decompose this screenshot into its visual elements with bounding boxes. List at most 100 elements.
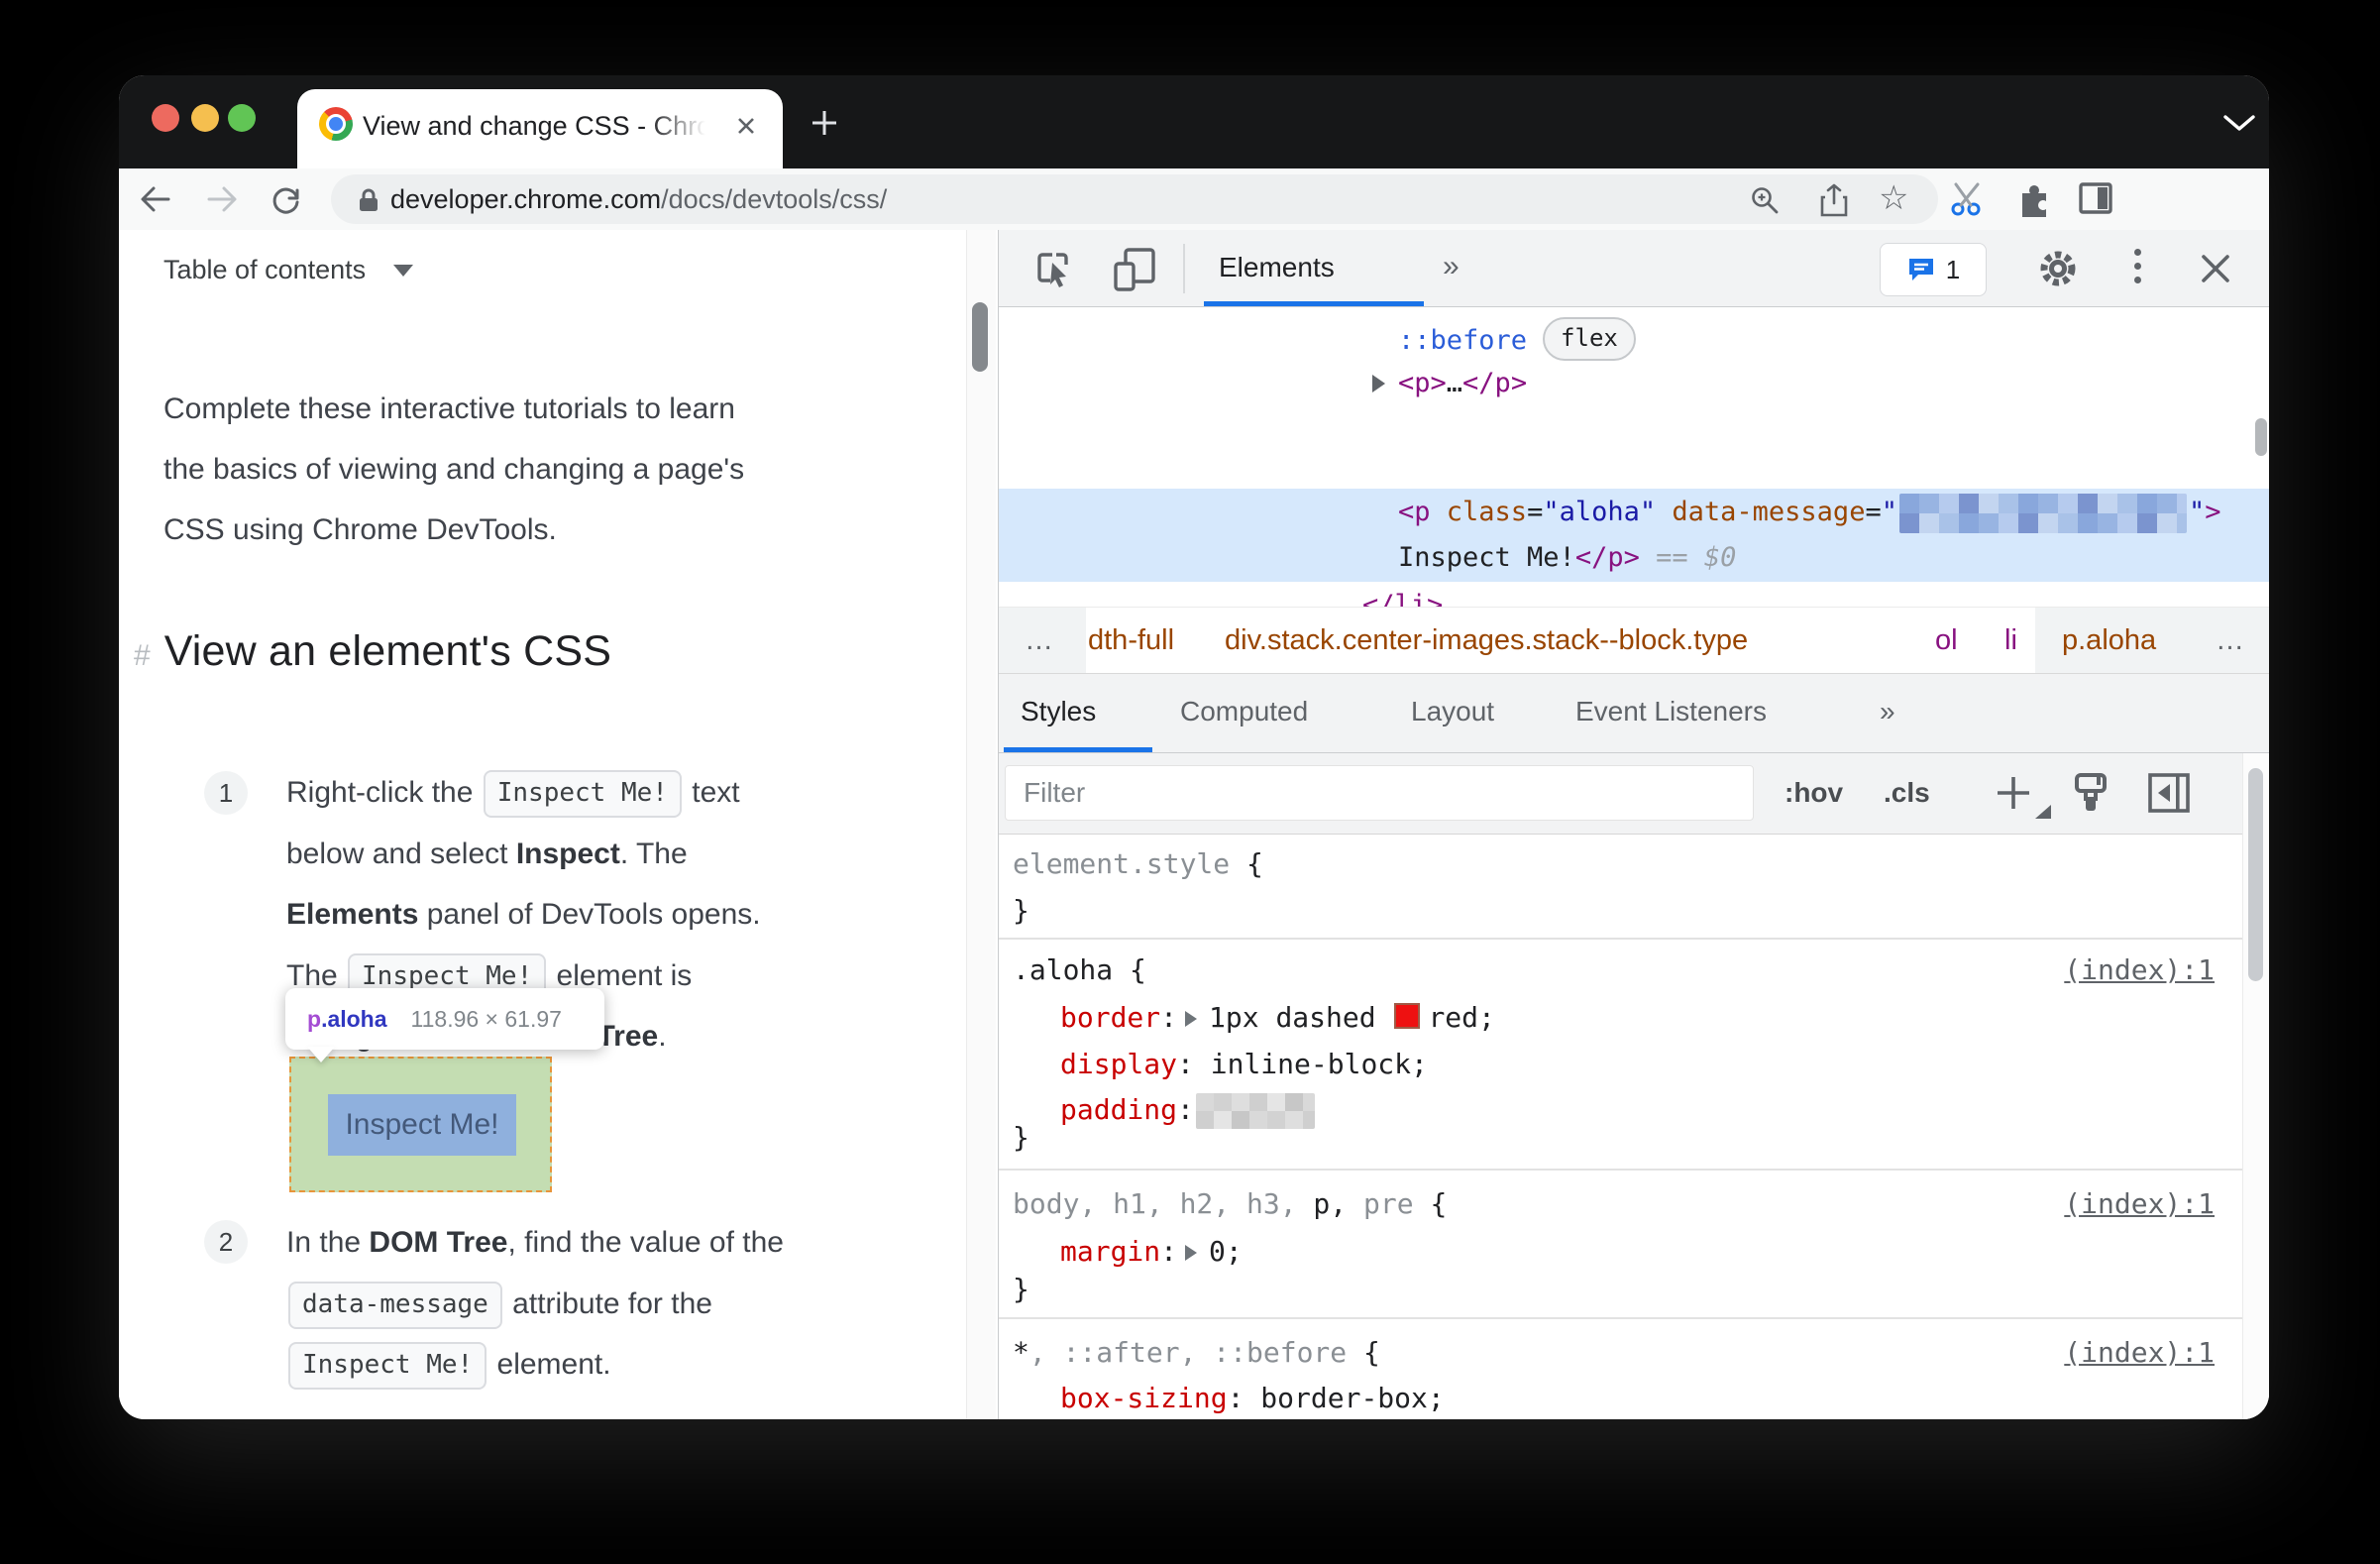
- css-property-box-sizing[interactable]: box-sizing: border-box;: [1060, 1376, 1445, 1419]
- step-2-line: data-message attribute for the: [286, 1274, 784, 1335]
- step-2-line: Inspect Me! element.: [286, 1334, 784, 1396]
- tab-layout[interactable]: Layout: [1411, 674, 1494, 749]
- dom-scrollbar-thumb[interactable]: [2255, 418, 2267, 456]
- rule-divider: [999, 1317, 2242, 1319]
- bookmark-star-icon[interactable]: ☆: [1879, 178, 1908, 218]
- tab-styles[interactable]: Styles: [1021, 674, 1096, 749]
- rule-close-brace: }: [1013, 1121, 1029, 1154]
- toolbar-separator: [1183, 244, 1185, 293]
- breadcrumb-more-right[interactable]: …: [2216, 608, 2244, 673]
- rule-element-style-selector[interactable]: element.style {: [1013, 841, 1263, 887]
- side-panel-icon[interactable]: [2077, 179, 2114, 217]
- new-tab-button[interactable]: [807, 105, 842, 141]
- breadcrumb-item[interactable]: div.stack.center-images.stack--block.typ…: [1225, 608, 1748, 673]
- tab-elements[interactable]: Elements: [1219, 230, 1335, 305]
- inspect-tooltip: p .aloha 118.96 × 61.97: [285, 988, 604, 1050]
- breadcrumb-item[interactable]: dth-full: [1088, 608, 1174, 673]
- step-2-number: 2: [204, 1220, 248, 1264]
- css-property-margin[interactable]: margin: 0;: [1060, 1229, 1243, 1275]
- dom-selected-line-1: <p class="aloha" data-message=" ">: [1398, 490, 2221, 535]
- sidebar-more-tabs-chevron[interactable]: »: [1880, 674, 1895, 749]
- back-button[interactable]: [137, 180, 174, 218]
- inspect-me-highlight-overlay[interactable]: Inspect Me!: [289, 1057, 552, 1192]
- docs-scrollbar-track[interactable]: [966, 230, 996, 1419]
- dom-row-p-collapsed[interactable]: <p>…</p>: [1398, 361, 1527, 406]
- inspect-me-content-box: Inspect Me!: [328, 1094, 516, 1156]
- styles-tab-underline: [1004, 747, 1152, 752]
- issues-badge[interactable]: 1: [1880, 243, 1987, 296]
- docs-scrollbar-thumb[interactable]: [972, 302, 988, 372]
- heading-anchor-hash[interactable]: #: [134, 639, 151, 672]
- browser-tab[interactable]: View and change CSS - Chrom: [297, 89, 783, 168]
- styles-pane: element.style { } .aloha { (index):1 bor…: [999, 835, 2242, 1419]
- stylesheet-link[interactable]: (index):1: [2064, 948, 2215, 993]
- dom-tree: ::before flex <p>…</p> <p class="aloha" d…: [999, 307, 2269, 664]
- styles-scrollbar-thumb[interactable]: [2248, 768, 2263, 981]
- tab-close-icon[interactable]: [733, 113, 759, 139]
- rule-body-selector[interactable]: body, h1, h2, h3, p, pre {: [1013, 1181, 1447, 1227]
- tab-computed[interactable]: Computed: [1180, 674, 1308, 749]
- paint-roller-icon[interactable]: [2067, 769, 2114, 817]
- share-icon[interactable]: [1819, 183, 1849, 217]
- devtools-menu-kebab-icon[interactable]: [2134, 249, 2142, 288]
- url-text: developer.chrome.com/docs/devtools/css/: [390, 174, 887, 224]
- dom-row-before-pseudo[interactable]: ::before flex: [1398, 317, 1636, 363]
- devtools-close-icon[interactable]: [2196, 249, 2235, 288]
- chrome-favicon-icon: [319, 107, 353, 141]
- breadcrumb-item[interactable]: li: [2004, 608, 2017, 673]
- issues-message-icon: [1908, 259, 1933, 280]
- intro-line: CSS using Chrome DevTools.: [163, 513, 557, 546]
- dom-selected-line-2: Inspect Me!</p> == $0: [1398, 542, 1737, 573]
- stylesheet-link[interactable]: (index):1: [2064, 1330, 2215, 1376]
- devtools-settings-gear-icon[interactable]: [2035, 246, 2081, 291]
- css-property-padding[interactable]: padding:: [1060, 1087, 1317, 1133]
- dom-selected-row[interactable]: <p class="aloha" data-message=" "> Inspec…: [999, 489, 2269, 582]
- styles-filter-input[interactable]: [1005, 765, 1754, 821]
- browser-toolbar: developer.chrome.com/docs/devtools/css/ …: [119, 168, 2269, 314]
- address-bar[interactable]: developer.chrome.com/docs/devtools/css/ …: [331, 174, 1938, 224]
- page-section-title: View an element's CSS: [163, 627, 612, 675]
- rule-close-brace: }: [1013, 894, 1029, 927]
- traffic-light-minimize[interactable]: [191, 104, 219, 132]
- new-style-rule-dropdown-icon[interactable]: [2035, 805, 2051, 819]
- reload-button[interactable]: [268, 180, 305, 218]
- url-host: developer.chrome.com: [390, 184, 662, 214]
- window-chevron-down-icon[interactable]: [2218, 109, 2261, 137]
- step-1-line: Right-click the Inspect Me! text: [286, 762, 761, 824]
- section-heading-row: # View an element's CSS: [134, 622, 611, 680]
- toggle-class-button[interactable]: .cls: [1884, 753, 1930, 833]
- sidebar-position-toggle-icon[interactable]: [2146, 771, 2192, 815]
- inspect-element-icon[interactable]: [1032, 247, 1076, 290]
- forward-button[interactable]: [203, 180, 241, 218]
- rule-universal-selector[interactable]: *, ::after, ::before {: [1013, 1330, 1380, 1376]
- tab-event-listeners[interactable]: Event Listeners: [1575, 674, 1767, 749]
- device-toolbar-icon[interactable]: [1110, 244, 1159, 293]
- css-property-display[interactable]: display: inline-block;: [1060, 1042, 1428, 1087]
- breadcrumb-item-selected[interactable]: p.aloha: [2062, 608, 2156, 673]
- toggle-hover-state-button[interactable]: :hov: [1785, 753, 1843, 833]
- more-panels-chevron[interactable]: »: [1443, 230, 1460, 303]
- traffic-light-close[interactable]: [152, 104, 179, 132]
- extensions-puzzle-icon[interactable]: [2014, 179, 2054, 219]
- expand-arrow-icon[interactable]: [1372, 375, 1385, 392]
- issues-count: 1: [1945, 254, 1961, 284]
- url-path: /docs/devtools/css/: [661, 184, 888, 214]
- stylesheet-link[interactable]: (index):1: [2064, 1181, 2215, 1227]
- breadcrumb-more-left[interactable]: …: [1025, 608, 1053, 673]
- step-2-line: In the DOM Tree, find the value of the: [286, 1226, 784, 1259]
- scissors-extension-icon[interactable]: [1948, 178, 1990, 220]
- css-property-border[interactable]: border: 1px dashed red;: [1060, 995, 1495, 1041]
- elements-tab-underline: [1204, 301, 1424, 306]
- lock-icon: [360, 188, 378, 211]
- zoom-icon[interactable]: [1750, 185, 1780, 215]
- traffic-light-zoom[interactable]: [228, 104, 256, 132]
- docs-panel: Table of contents Complete these interac…: [119, 230, 998, 1419]
- breadcrumb-item[interactable]: ol: [1935, 608, 1958, 673]
- step-2-text: In the DOM Tree, find the value of the d…: [286, 1212, 784, 1396]
- rule-aloha-selector[interactable]: .aloha {: [1013, 948, 1146, 993]
- tab-strip: View and change CSS - Chrom: [119, 75, 2269, 168]
- tooltip-class: .aloha: [321, 1005, 387, 1032]
- table-of-contents-button[interactable]: Table of contents: [163, 248, 414, 291]
- step-1-line: below and select Inspect. The: [286, 837, 688, 870]
- new-style-rule-button[interactable]: [1990, 769, 2037, 817]
